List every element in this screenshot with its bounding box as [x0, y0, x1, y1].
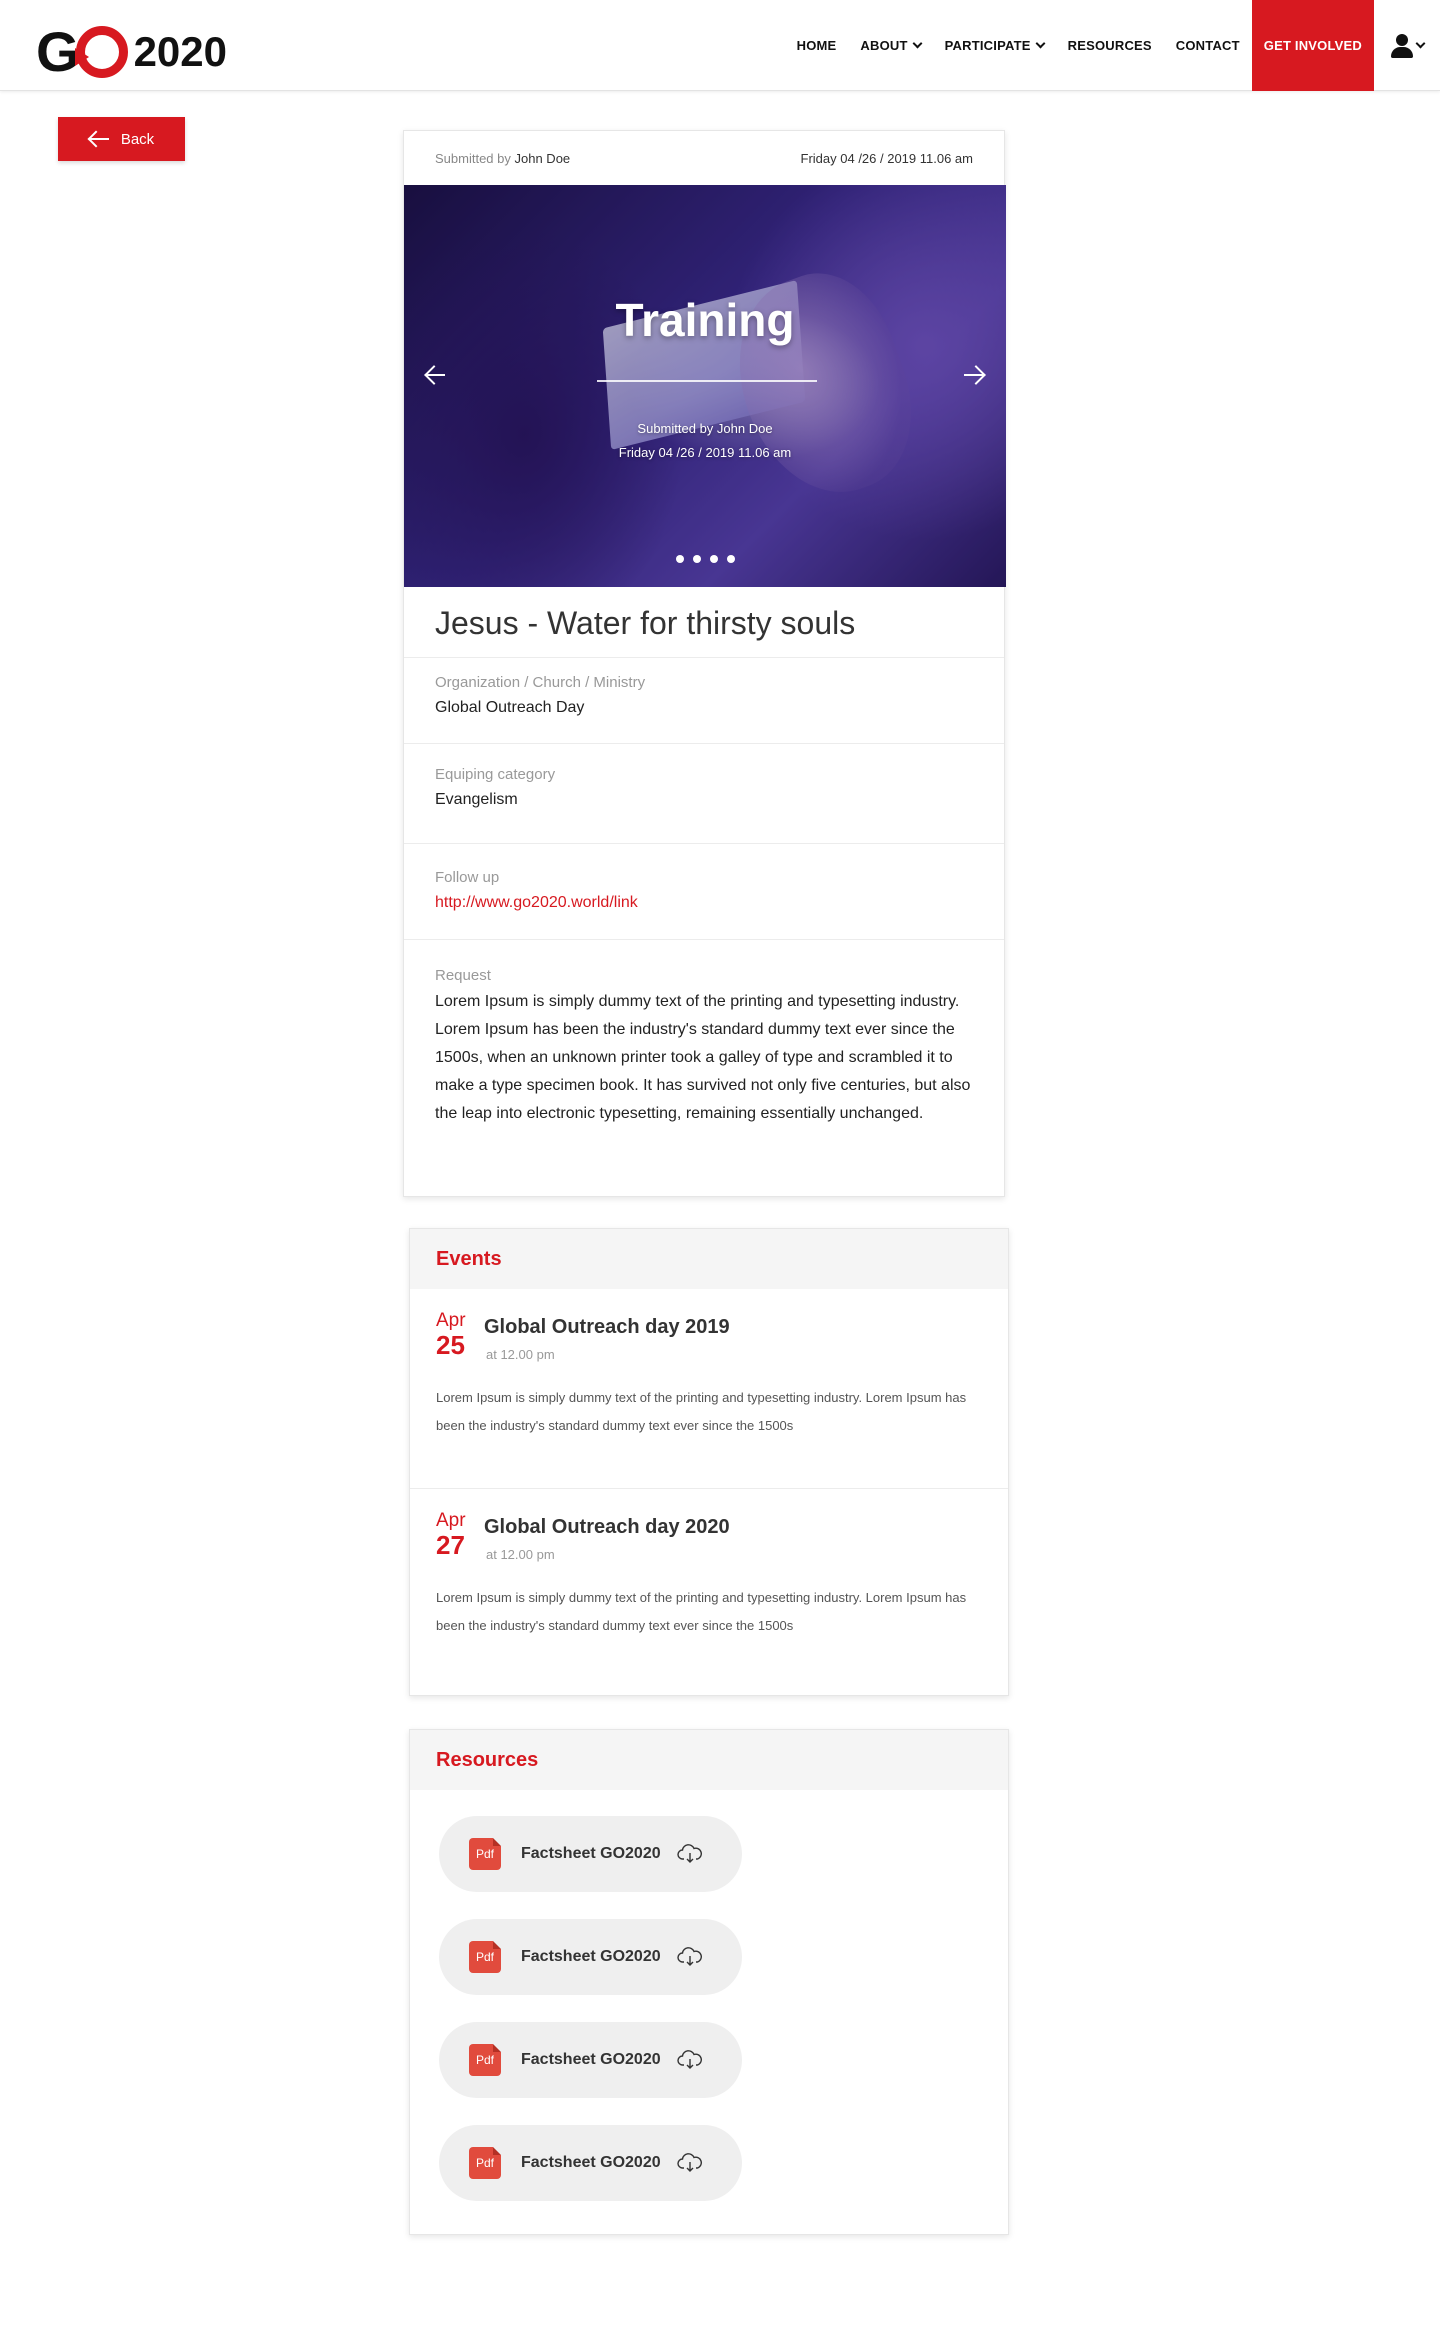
- event-description: Lorem Ipsum is simply dummy text of the …: [436, 1590, 967, 1633]
- resource-name: Factsheet GO2020: [521, 2051, 661, 2068]
- event-time: at 12.00 pm: [486, 1547, 555, 1562]
- request-label: Request: [435, 967, 491, 984]
- pdf-file-icon: Pdf: [469, 1838, 501, 1870]
- event-day: 25: [436, 1330, 465, 1360]
- post-submitted: Submitted by John Doe: [435, 151, 570, 166]
- nav-about-label: ABOUT: [860, 38, 908, 53]
- pdf-file-icon: Pdf: [469, 2147, 501, 2179]
- go2020-logo[interactable]: G 2020: [36, 24, 227, 80]
- nav-participate-label: PARTICIPATE: [944, 38, 1031, 53]
- carousel-dot[interactable]: [692, 555, 701, 563]
- event-title[interactable]: Global Outreach day 2019: [484, 1316, 730, 1339]
- resource-download-button[interactable]: Pdf Factsheet GO2020: [439, 1816, 742, 1892]
- arrow-left-icon: [88, 132, 109, 146]
- post-author[interactable]: John Doe: [515, 151, 571, 166]
- event-date: Apr 27: [436, 1511, 484, 1562]
- carousel-dot[interactable]: [675, 555, 684, 563]
- site-header: G 2020 HOME ABOUT PARTICIPATE RESOURCES …: [0, 0, 1440, 91]
- post-title: Jesus - Water for thirsty souls: [404, 587, 1004, 658]
- resources-heading: Resources: [410, 1730, 1008, 1790]
- request-field: Request Lorem Ipsum is simply dummy text…: [404, 940, 1004, 1128]
- logo-year: 2020: [133, 28, 227, 75]
- cloud-download-icon: [676, 2050, 702, 2069]
- submitted-prefix: Submitted by: [435, 150, 511, 166]
- resource-name: Factsheet GO2020: [521, 2154, 661, 2171]
- category-label: Equiping category: [435, 766, 556, 783]
- hero-divider: [597, 380, 817, 382]
- nav-home-label: HOME: [796, 38, 837, 53]
- resource-download-button[interactable]: Pdf Factsheet GO2020: [439, 2125, 742, 2201]
- event-item[interactable]: Apr 25 Global Outreach day 2019 at 12.00…: [410, 1289, 1008, 1489]
- post-card: Submitted by John Doe Friday 04 /26 / 20…: [403, 130, 1006, 1197]
- resource-name: Factsheet GO2020: [521, 1948, 661, 1965]
- cloud-download-icon: [676, 1844, 702, 1863]
- events-heading: Events: [410, 1229, 1008, 1289]
- nav-home[interactable]: HOME: [785, 0, 849, 91]
- org-value: Global Outreach Day: [435, 699, 585, 716]
- carousel-next-arrow-icon[interactable]: [962, 365, 986, 385]
- followup-link[interactable]: http://www.go2020.world/link: [435, 894, 638, 912]
- category-value: Evangelism: [435, 791, 518, 808]
- event-date: Apr 25: [436, 1311, 484, 1362]
- resource-name: Factsheet GO2020: [521, 1845, 661, 1862]
- chevron-down-icon: [912, 38, 923, 49]
- user-icon: [1390, 33, 1413, 58]
- carousel-dots: [404, 555, 1006, 563]
- pdf-file-icon: Pdf: [469, 1941, 501, 1973]
- resource-download-button[interactable]: Pdf Factsheet GO2020: [439, 1919, 742, 1995]
- event-item[interactable]: Apr 27 Global Outreach day 2020 at 12.00…: [410, 1489, 1008, 1689]
- events-section: Events Apr 25 Global Outreach day 2019 a…: [409, 1228, 1009, 1696]
- hero-date: Friday 04 /26 / 2019 11.06 am: [618, 445, 792, 460]
- main-nav: HOME ABOUT PARTICIPATE RESOURCES CONTACT…: [785, 0, 1440, 91]
- nav-resources-label: RESOURCES: [1067, 38, 1152, 53]
- chevron-down-icon: [1035, 38, 1046, 49]
- resources-section: Resources Pdf Factsheet GO2020 Pdf Facts…: [409, 1729, 1009, 2235]
- hero-submitted: Submitted by John Doe: [637, 421, 773, 436]
- event-description: Lorem Ipsum is simply dummy text of the …: [436, 1390, 967, 1433]
- logo-letter: G: [36, 20, 80, 83]
- cloud-download-icon: [676, 1947, 702, 1966]
- org-label: Organization / Church / Ministry: [435, 674, 646, 691]
- event-month: Apr: [436, 1510, 466, 1531]
- category-field: Equiping category Evangelism: [404, 744, 1004, 844]
- post-date: Friday 04 /26 / 2019 11.06 am: [800, 150, 973, 166]
- event-time: at 12.00 pm: [486, 1347, 555, 1362]
- carousel-prev-arrow-icon[interactable]: [424, 365, 448, 385]
- nav-participate[interactable]: PARTICIPATE: [933, 0, 1056, 91]
- nav-contact-label: CONTACT: [1175, 38, 1240, 53]
- get-involved-button[interactable]: GET INVOLVED: [1251, 0, 1374, 91]
- nav-resources[interactable]: RESOURCES: [1056, 0, 1164, 91]
- nav-about[interactable]: ABOUT: [848, 0, 932, 91]
- hero-carousel: Training Submitted by John Doe Friday 04…: [404, 185, 1006, 587]
- followup-field: Follow up http://www.go2020.world/link: [404, 844, 1004, 940]
- nav-contact[interactable]: CONTACT: [1164, 0, 1252, 91]
- event-title[interactable]: Global Outreach day 2020: [484, 1516, 730, 1539]
- hero-title: Training: [615, 294, 795, 346]
- request-text: Lorem Ipsum is simply dummy text of the …: [435, 993, 971, 1122]
- chevron-down-icon: [1415, 38, 1425, 49]
- resource-download-button[interactable]: Pdf Factsheet GO2020: [439, 2022, 742, 2098]
- pdf-file-icon: Pdf: [469, 2044, 501, 2076]
- back-button-label: Back: [120, 130, 155, 148]
- post-meta: Submitted by John Doe Friday 04 /26 / 20…: [404, 131, 1004, 185]
- back-button[interactable]: Back: [58, 117, 185, 161]
- carousel-dot[interactable]: [726, 555, 735, 563]
- cloud-download-icon: [676, 2153, 702, 2172]
- logo-o-arrow-icon: [74, 26, 128, 78]
- carousel-dot[interactable]: [709, 555, 718, 563]
- followup-label: Follow up: [435, 869, 500, 886]
- event-day: 27: [436, 1530, 465, 1560]
- org-field: Organization / Church / Ministry Global …: [404, 658, 1004, 744]
- user-menu[interactable]: [1374, 0, 1440, 91]
- resource-list: Pdf Factsheet GO2020 Pdf Factsheet GO202…: [410, 1790, 1008, 2201]
- event-month: Apr: [436, 1310, 466, 1331]
